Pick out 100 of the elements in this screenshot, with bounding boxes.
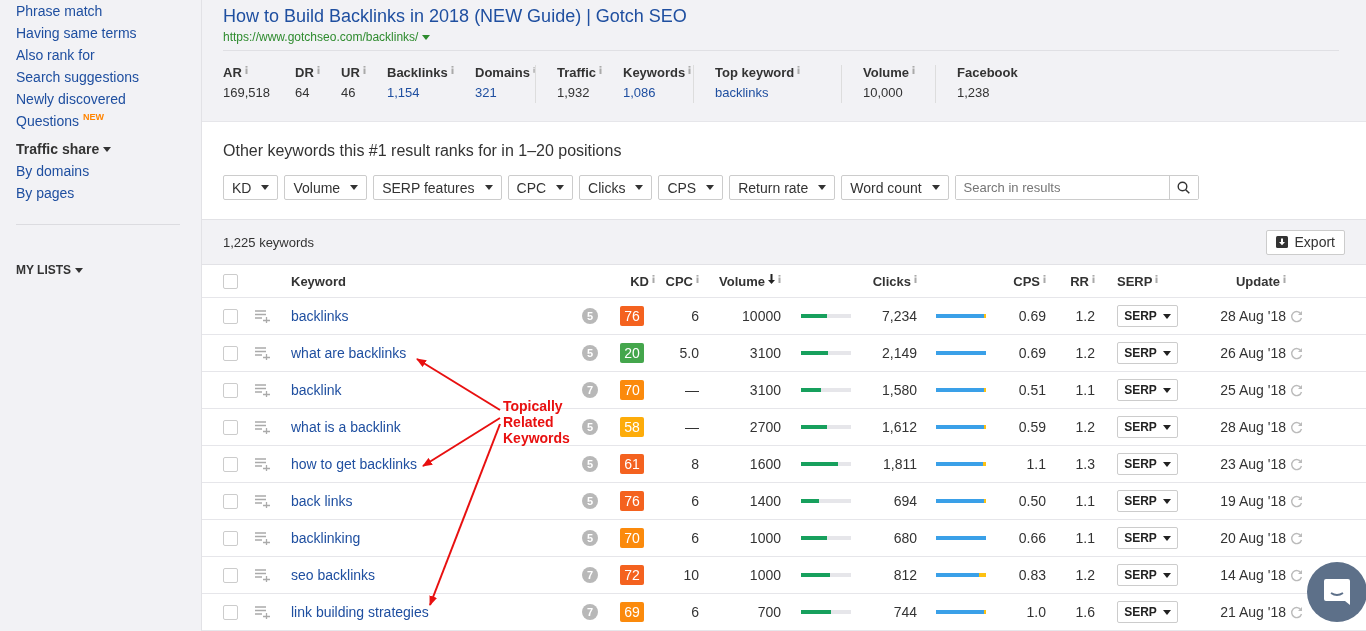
refresh-icon[interactable] [1290,346,1303,360]
update-date: 25 Aug '18 [1220,382,1286,398]
column-header[interactable]: SERP [1117,273,1153,289]
stat-value: 10,000 [863,85,903,100]
keyword-link[interactable]: link building strategies [291,604,429,620]
stat-link[interactable]: 321 [475,85,497,100]
filter-dropdown[interactable]: SERP features [373,175,502,200]
volume-value: 10000 [742,308,781,324]
stat-link[interactable]: 1,086 [623,85,656,100]
serp-dropdown[interactable]: SERP [1117,416,1178,438]
refresh-icon[interactable] [1290,309,1303,323]
filter-dropdown[interactable]: CPC [507,175,574,200]
column-header[interactable]: Clicks [872,273,911,289]
add-to-list-icon[interactable] [255,457,271,471]
keyword-link[interactable]: backlinks [291,308,349,324]
page-title-link[interactable]: How to Build Backlinks in 2018 (NEW Guide) | Gotch SEO [223,6,687,27]
checkbox[interactable] [223,308,238,324]
stat-label: DR [295,65,314,80]
add-to-list-icon[interactable] [255,420,271,434]
sidebar-link[interactable]: Questions [16,113,80,129]
sidebar-link[interactable]: Newly discovered [16,91,126,107]
refresh-icon[interactable] [1290,531,1303,545]
add-to-list-icon[interactable] [255,494,271,508]
keyword-link[interactable]: what are backlinks [291,345,407,361]
stat-link[interactable]: 1,154 [387,85,420,100]
sidebar-heading[interactable]: Traffic share [16,141,100,157]
caret-icon [1162,535,1171,541]
caret-icon [1162,572,1171,578]
clicks-value: 2,149 [881,345,917,361]
checkbox[interactable] [223,273,238,289]
cpc-value: 6 [691,530,699,546]
serp-dropdown[interactable]: SERP [1117,601,1178,623]
sidebar-link[interactable]: Having same terms [16,25,137,41]
serp-dropdown[interactable]: SERP [1117,490,1178,512]
filter-dropdown[interactable]: Return rate [729,175,836,200]
chat-button[interactable] [1307,562,1366,622]
serp-dropdown[interactable]: SERP [1117,527,1178,549]
sidebar-link[interactable]: By domains [16,163,90,179]
keyword-link[interactable]: how to get backlinks [291,456,418,472]
add-to-list-icon[interactable] [255,383,271,397]
filter-dropdown[interactable]: KD [223,175,279,200]
search-field[interactable]: Search in results [954,175,1199,200]
filter-dropdown[interactable]: Word count [841,175,949,200]
add-to-list-icon[interactable] [255,309,271,323]
column-header[interactable]: Volume [719,273,765,289]
sidebar-link[interactable]: Phrase match [16,3,103,19]
refresh-icon[interactable] [1290,383,1303,397]
keyword-link[interactable]: backlinking [291,530,361,546]
keyword-link[interactable]: seo backlinks [291,567,376,583]
column-header[interactable]: Update [1235,273,1280,289]
checkbox[interactable] [223,604,238,620]
column-header[interactable]: KD [630,273,649,289]
checkbox[interactable] [223,530,238,546]
checkbox[interactable] [223,345,238,361]
refresh-icon[interactable] [1290,605,1303,619]
update-date: 14 Aug '18 [1220,567,1286,583]
sidebar-link[interactable]: Also rank for [16,47,95,63]
column-header[interactable]: CPC [665,273,693,289]
refresh-icon[interactable] [1290,568,1303,582]
add-to-list-icon[interactable] [255,568,271,582]
column-header[interactable]: RR [1070,273,1089,289]
filter-dropdown[interactable]: Volume [284,175,368,200]
add-to-list-icon[interactable] [255,605,271,619]
column-header[interactable]: Keyword [291,273,346,289]
checkbox[interactable] [223,493,238,509]
sidebar-section-title[interactable]: MY LISTS [16,263,72,277]
serp-dropdown[interactable]: SERP [1117,453,1178,475]
refresh-icon[interactable] [1290,420,1303,434]
keyword-link[interactable]: backlink [291,382,342,398]
checkbox[interactable] [223,456,238,472]
serp-features-count: 7 [582,567,598,583]
volume-value: 1000 [749,567,781,583]
search-button[interactable] [1168,176,1198,199]
serp-dropdown[interactable]: SERP [1117,342,1178,364]
caret-icon [75,267,84,273]
caret-icon [261,185,270,190]
cpc-value: — [685,419,699,435]
caret-icon [350,185,359,190]
export-button[interactable]: Export [1265,229,1345,255]
sidebar-link[interactable]: Search suggestions [16,69,139,85]
cps-value: 0.83 [1018,567,1046,583]
refresh-icon[interactable] [1290,457,1303,471]
clicks-value: 680 [893,530,917,546]
sidebar-link[interactable]: By pages [16,185,75,201]
checkbox[interactable] [223,419,238,435]
stat-link[interactable]: backlinks [715,85,769,100]
refresh-icon[interactable] [1290,494,1303,508]
checkbox[interactable] [223,382,238,398]
filter-dropdown[interactable]: Clicks [579,175,653,200]
column-header[interactable]: CPS [1013,273,1040,289]
keyword-link[interactable]: back links [291,493,353,509]
checkbox[interactable] [223,567,238,583]
serp-dropdown[interactable]: SERP [1117,379,1178,401]
add-to-list-icon[interactable] [255,346,271,360]
serp-dropdown[interactable]: SERP [1117,305,1178,327]
serp-dropdown[interactable]: SERP [1117,564,1178,586]
section-heading: Other keywords this #1 result ranks for in 1–20 positions [223,142,622,160]
keyword-link[interactable]: what is a backlink [291,419,401,435]
add-to-list-icon[interactable] [255,531,271,545]
filter-dropdown[interactable]: CPS [658,175,724,200]
